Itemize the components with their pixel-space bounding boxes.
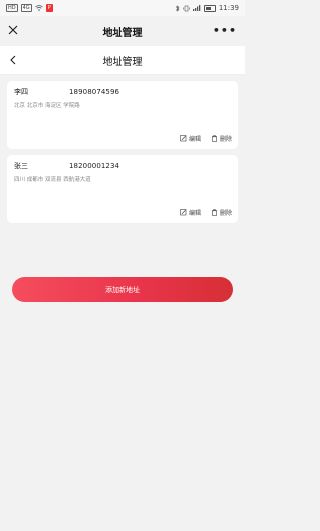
address-contact: 张三 18200001234: [14, 161, 231, 171]
address-list: 李四 18908074596 北京 北京市 海淀区 学院路 编辑 删除 张三 1…: [0, 75, 245, 223]
address-detail: 四川 成都市 双流县 西航港大道: [14, 177, 91, 183]
mini-program-title: 地址管理: [102, 27, 143, 39]
address-card[interactable]: 李四 18908074596 北京 北京市 海淀区 学院路 编辑 删除: [7, 81, 238, 149]
status-right: 11:39: [175, 4, 239, 12]
mini-program-header: 地址管理 •••: [0, 16, 245, 46]
app-badge: P: [45, 4, 53, 12]
edit-button[interactable]: 编辑: [180, 208, 201, 217]
wifi-icon: [34, 5, 43, 11]
address-actions: 编辑 删除: [180, 208, 232, 217]
address-name: 张三: [14, 162, 28, 170]
network-indicator: 4G: [20, 4, 32, 12]
edit-button[interactable]: 编辑: [180, 134, 201, 143]
delete-label: 删除: [219, 210, 232, 217]
add-address-button[interactable]: 添加新地址: [12, 277, 233, 302]
close-icon[interactable]: [6, 23, 20, 37]
address-card[interactable]: 张三 18200001234 四川 成都市 双流县 西航港大道 编辑 删除: [7, 155, 238, 223]
trash-icon: [211, 135, 217, 142]
battery-icon: [203, 4, 216, 12]
bluetooth-icon: [175, 4, 180, 12]
delete-label: 删除: [219, 136, 232, 143]
delete-button[interactable]: 删除: [211, 208, 232, 217]
delete-button[interactable]: 删除: [211, 134, 232, 143]
hd-indicator: HD: [6, 4, 18, 12]
address-contact: 李四 18908074596: [14, 87, 231, 97]
signal-icon: [192, 5, 201, 11]
address-actions: 编辑 删除: [180, 134, 232, 143]
status-time: 11:39: [218, 4, 239, 12]
trash-icon: [211, 209, 217, 216]
edit-icon: [180, 135, 187, 142]
page-title: 地址管理: [102, 56, 143, 68]
edit-label: 编辑: [188, 210, 201, 217]
status-left: HD 4G P: [6, 4, 53, 12]
edit-icon: [180, 209, 187, 216]
address-phone: 18908074596: [69, 88, 120, 96]
more-icon[interactable]: •••: [213, 24, 237, 37]
back-icon[interactable]: [6, 53, 20, 67]
address-name: 李四: [14, 88, 28, 96]
edit-label: 编辑: [188, 136, 201, 143]
status-bar: HD 4G P 11:39: [0, 0, 245, 16]
address-phone: 18200001234: [69, 162, 120, 170]
vibrate-icon: [183, 5, 190, 11]
address-detail: 北京 北京市 海淀区 学院路: [14, 103, 80, 109]
page-nav-bar: 地址管理: [0, 46, 245, 75]
